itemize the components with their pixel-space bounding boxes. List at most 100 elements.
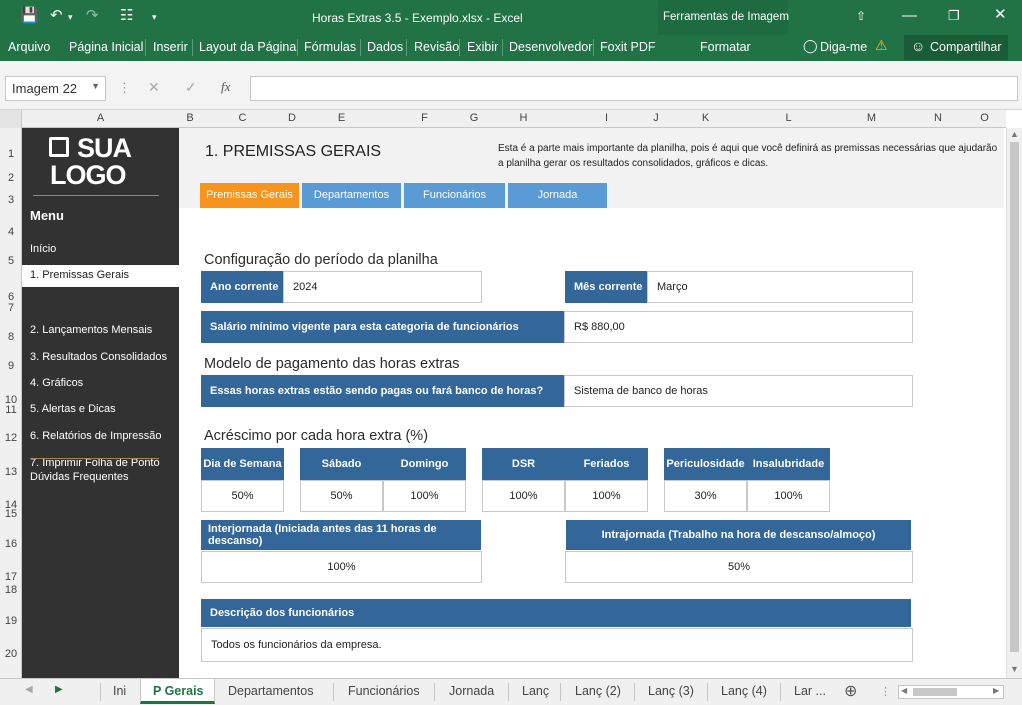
column-header[interactable]: J xyxy=(648,112,664,124)
column-header[interactable]: L xyxy=(747,112,830,124)
tab-format[interactable]: Formatar xyxy=(700,40,751,54)
rate-value[interactable]: 30% xyxy=(664,480,747,512)
vertical-scrollbar[interactable]: ▲ ▼ xyxy=(1006,128,1022,678)
tell-me-button[interactable]: Diga-me xyxy=(820,40,867,54)
row-header[interactable]: 15 xyxy=(0,508,22,520)
undo-dropdown-icon[interactable]: ▾ xyxy=(68,9,73,25)
scroll-thumb[interactable] xyxy=(913,688,957,696)
more-options-icon[interactable]: ⋮ xyxy=(880,685,891,698)
row-header[interactable]: 20 xyxy=(0,648,22,660)
column-header[interactable]: F xyxy=(383,112,466,124)
minimize-icon[interactable]: — xyxy=(902,8,917,24)
chevron-down-icon[interactable]: ▼ xyxy=(91,81,100,91)
sheet-tab[interactable]: Lar ... xyxy=(794,684,826,698)
formula-input[interactable] xyxy=(250,76,1018,101)
insert-function-icon[interactable]: fx xyxy=(221,79,230,95)
row-header[interactable]: 3 xyxy=(0,194,22,206)
close-icon[interactable]: ✕ xyxy=(994,7,1007,23)
row-header[interactable]: 16 xyxy=(0,538,22,550)
column-header[interactable]: H xyxy=(482,112,565,124)
column-header[interactable]: G xyxy=(466,112,482,124)
tab-file[interactable]: Arquivo xyxy=(8,40,50,54)
tab-departamentos[interactable]: Departamentos xyxy=(302,183,401,208)
tab-review[interactable]: Revisão xyxy=(414,40,459,54)
sidebar-item-premissas[interactable]: 1. Premissas Gerais xyxy=(22,265,179,287)
row-header[interactable]: 5 xyxy=(0,255,22,267)
row-header[interactable]: 11 xyxy=(0,404,22,416)
tab-formulas[interactable]: Fórmulas xyxy=(304,40,356,54)
tab-developer[interactable]: Desenvolvedor xyxy=(509,40,592,54)
column-header[interactable]: M xyxy=(830,112,913,124)
add-sheet-icon[interactable]: ⊕ xyxy=(844,681,857,701)
undo-icon[interactable]: ↶ xyxy=(50,8,63,24)
print-preview-icon[interactable]: ☷ xyxy=(120,8,133,24)
sidebar-item-lancamentos[interactable]: 2. Lançamentos Mensais xyxy=(30,324,152,336)
row-header[interactable]: 8 xyxy=(0,331,22,343)
tab-jornada[interactable]: Jornada xyxy=(508,183,607,208)
scroll-right-icon[interactable]: ▶ xyxy=(55,684,63,695)
rate-value[interactable]: 100% xyxy=(565,480,648,512)
ribbon-display-icon[interactable]: ⇧ xyxy=(856,8,866,24)
scroll-up-icon[interactable]: ▲ xyxy=(1010,129,1019,139)
payment-answer[interactable]: Sistema de banco de horas xyxy=(564,375,913,407)
tab-home[interactable]: Página Inicial xyxy=(69,40,143,54)
sheet-tab[interactable]: Lanç xyxy=(522,684,549,698)
column-header[interactable]: K xyxy=(664,112,747,124)
month-value[interactable]: Março xyxy=(647,271,913,303)
scroll-right-icon[interactable]: ▶ xyxy=(993,686,999,695)
column-header[interactable]: E xyxy=(300,112,383,124)
redo-icon[interactable]: ↷ xyxy=(86,8,99,24)
save-icon[interactable]: 💾 xyxy=(20,8,39,24)
more-options-icon[interactable]: ⋮ xyxy=(118,80,131,96)
share-button[interactable]: ☺ Compartilhar xyxy=(904,35,1008,60)
tab-data[interactable]: Dados xyxy=(367,40,403,54)
cancel-icon[interactable]: ✕ xyxy=(148,79,160,96)
sheet-tab[interactable]: Lanç (2) xyxy=(575,684,621,698)
row-header[interactable]: 9 xyxy=(0,360,22,372)
row-header[interactable]: 18 xyxy=(0,584,22,596)
intrajornada-value[interactable]: 50% xyxy=(565,551,913,583)
scroll-left-icon[interactable]: ◀ xyxy=(901,686,907,695)
column-header[interactable]: B xyxy=(179,112,201,124)
sheet-tab[interactable]: Departamentos xyxy=(228,684,313,698)
customize-toolbar-icon[interactable]: ▾ xyxy=(152,9,157,25)
row-header[interactable]: 1 xyxy=(0,148,22,160)
employees-value[interactable]: Todos os funcionários da empresa. xyxy=(201,628,913,662)
rate-value[interactable]: 100% xyxy=(482,480,565,512)
tab-premissas-gerais[interactable]: Premissas Gerais xyxy=(200,183,299,208)
sidebar-item-resultados[interactable]: 3. Resultados Consolidados xyxy=(30,351,167,363)
restore-icon[interactable]: ❐ xyxy=(948,8,960,24)
rate-value[interactable]: 100% xyxy=(383,480,466,512)
scroll-thumb[interactable] xyxy=(1010,142,1019,652)
select-all-corner[interactable] xyxy=(0,110,22,128)
row-header[interactable]: 4 xyxy=(0,226,22,238)
name-box[interactable]: Imagem 22 ▼ xyxy=(5,76,106,101)
year-value[interactable]: 2024 xyxy=(283,271,482,303)
sheet-tab[interactable]: Jornada xyxy=(449,684,494,698)
row-header[interactable]: 7 xyxy=(0,302,22,314)
scroll-left-icon[interactable]: ◀ xyxy=(25,684,33,695)
scroll-down-icon[interactable]: ▼ xyxy=(1010,664,1019,674)
tab-page-layout[interactable]: Layout da Página xyxy=(199,40,296,54)
sheet-tab-active[interactable]: P Gerais xyxy=(140,679,215,704)
column-header[interactable]: I xyxy=(565,112,648,124)
sidebar-item-alertas[interactable]: 5. Alertas e Dicas xyxy=(30,403,116,415)
rate-value[interactable]: 100% xyxy=(747,480,830,512)
sidebar-item-relatorios[interactable]: 6. Relatórios de Impressão xyxy=(30,430,161,442)
sheet-tab[interactable]: Lanç (3) xyxy=(648,684,694,698)
warning-icon[interactable]: ⚠ xyxy=(875,37,888,54)
tab-foxit-pdf[interactable]: Foxit PDF xyxy=(600,40,656,54)
salary-value[interactable]: R$ 880,00 xyxy=(564,311,913,343)
sidebar-item-inicio[interactable]: Início xyxy=(30,243,56,255)
row-header[interactable]: 12 xyxy=(0,432,22,444)
sidebar-item-graficos[interactable]: 4. Gráficos xyxy=(30,377,83,389)
column-header[interactable]: D xyxy=(284,112,300,124)
rate-value[interactable]: 50% xyxy=(201,480,284,512)
sidebar-item-faq[interactable]: Dúvidas Frequentes xyxy=(30,471,128,483)
row-header[interactable]: 19 xyxy=(0,615,22,627)
interjornada-value[interactable]: 100% xyxy=(201,551,482,583)
tab-view[interactable]: Exibir xyxy=(467,40,498,54)
rate-value[interactable]: 50% xyxy=(300,480,383,512)
sheet-tab[interactable]: Lanç (4) xyxy=(721,684,767,698)
tab-funcionarios[interactable]: Funcionários xyxy=(404,183,505,208)
